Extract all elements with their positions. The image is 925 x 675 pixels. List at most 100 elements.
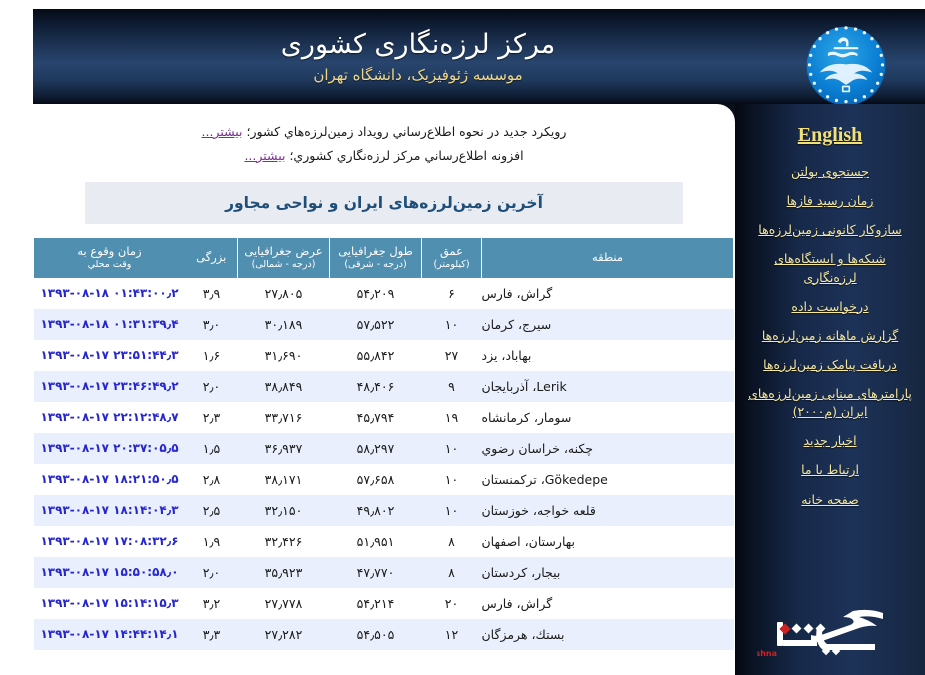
sidebar-item-basic-parameters[interactable]: پارامترهای مبنایی زمین‌لرزه‌های ایران (م… [743, 385, 917, 421]
gerishna-logo-icon[interactable]: Gerishna [757, 603, 903, 661]
cell-depth: ۱۹ [444, 409, 459, 425]
cell-depth: ۱۰ [421, 494, 482, 526]
sidebar-item-english[interactable]: English [743, 124, 917, 147]
col-header-latitude-unit: (درجه - شمالی) [251, 258, 316, 270]
sidebar-item-data-request[interactable]: درخواست داده [743, 298, 917, 316]
cell-magnitude: ۲٫۰ [185, 556, 238, 588]
table-head: منطقه عمق (کیلومتر) طول جغرافیایی (درجه … [33, 237, 734, 278]
cell-longitude: ۵۴٫۲۱۴ [356, 595, 395, 611]
earthquake-table: منطقه عمق (کیلومتر) طول جغرافیایی (درجه … [33, 237, 734, 650]
cell-latitude: ۳۰٫۱۸۹ [237, 308, 330, 340]
announcement-text-1: رویکرد جدید در نحوه اطلاع‌رساني رویداد ز… [246, 124, 567, 139]
cell-latitude: ۲۷٫۷۷۸ [264, 595, 303, 611]
cell-longitude: ۵۵٫۸۴۲ [356, 347, 395, 363]
cell-magnitude: ۱٫۶ [202, 347, 221, 363]
cell-depth: ۸ [421, 556, 482, 588]
sidebar-item-focal-mechanism[interactable]: سازوکار کانونی زمین‌لرزه‌ها [743, 221, 917, 239]
cell-magnitude: ۳٫۲ [202, 595, 221, 611]
cell-latitude: ۳۵٫۹۲۳ [237, 556, 330, 588]
table-row[interactable]: قلعه خواجه، خوزستان ۱۰ ۴۹٫۸۰۲ ۳۲٫۱۵۰ ۲٫۵ ۱۳۹۳… [33, 494, 734, 526]
announcement-text-2: افزونه اطلاع‌رساني مرکز لرزه‌نگاري کشوري… [289, 147, 524, 163]
earthquake-table-container: منطقه عمق (کیلومتر) طول جغرافیایی (درجه … [33, 237, 734, 650]
table-row[interactable]: سومار، کرمانشاه ۱۹ ۴۵٫۷۹۴ ۳۳٫۷۱۶ ۲٫۳ ۱۳۹۳-۰۸-… [34, 402, 734, 433]
cell-magnitude: ۲٫۵ [185, 494, 238, 526]
cell-longitude: ۴۷٫۷۷۰ [329, 556, 422, 588]
sidebar-item-home[interactable]: صفحه خانه [743, 491, 917, 509]
announcement-more-link-2[interactable]: بیشتر... [244, 148, 285, 163]
page-subtitle: موسسه ژئوفیزیک، دانشگاه تهران [313, 66, 523, 84]
col-header-datetime[interactable]: زمان وقوع به وقت محلي [33, 237, 186, 278]
section-title-bar: آخرین زمین‌لرزه‌های ایران و نواحی مجاور [85, 181, 683, 224]
table-row[interactable]: بهارستان، اصفهان ۸ ۵۱٫۹۵۱ ۳۲٫۴۲۶ ۱٫۹ ۱۳۹۳-۰۸-… [34, 526, 734, 557]
cell-datetime: ۱۳۹۳-۰۸-۱۷ ۱۵:۱۴:۱۵٫۳ [40, 596, 179, 610]
table-row[interactable]: گراش، فارس ۶ ۵۴٫۲۰۹ ۲۷٫۸۰۵ ۳٫۹ ۱۳۹۳-۰۸-۱۸ ۰۱:… [34, 278, 734, 309]
sidebar-item-phase-arrival-times[interactable]: زمان رسید فازها [743, 192, 917, 210]
cell-longitude: ۵۸٫۲۹۷ [329, 432, 422, 464]
col-header-region[interactable]: منطقه [481, 237, 734, 278]
cell-datetime: ۱۳۹۳-۰۸-۱۷ ۱۵:۵۰:۵۸٫۰ [33, 556, 186, 588]
cell-magnitude: ۳٫۰ [185, 308, 238, 340]
sidebar-item-monthly-report[interactable]: گزارش ماهانه زمین‌لرزه‌ها [743, 327, 917, 345]
col-header-datetime-sub: وقت محلي [87, 258, 132, 270]
cell-latitude: ۳۶٫۹۳۷ [237, 432, 330, 464]
cell-longitude: ۵۷٫۵۲۲ [329, 308, 422, 340]
table-row[interactable]: بیجار، کردستان ۸ ۴۷٫۷۷۰ ۳۵٫۹۲۳ ۲٫۰ ۱۳۹۳-۰۸-۱۷… [33, 556, 734, 588]
cell-longitude: ۵۱٫۹۵۱ [356, 533, 395, 549]
cell-latitude: ۳۳٫۷۱۶ [264, 409, 303, 425]
cell-region: سومار، کرمانشاه [481, 409, 572, 425]
cell-magnitude: ۲٫۰ [185, 370, 238, 402]
table-row[interactable]: سیرج، کرمان ۱۰ ۵۷٫۵۲۲ ۳۰٫۱۸۹ ۳٫۰ ۱۳۹۳-۰۸-۱۸ ۰… [33, 308, 734, 340]
cell-longitude: ۵۷٫۶۵۸ [356, 471, 395, 487]
sidebar: English جستجوی بولتن زمان رسید فازها ساز… [735, 104, 925, 675]
cell-longitude: ۴۵٫۷۹۴ [356, 409, 395, 425]
cell-region: بهاباد، یزد [481, 347, 532, 363]
cell-magnitude: ۱٫۵ [185, 432, 238, 464]
cell-region: بهارستان، اصفهان [481, 533, 576, 549]
announcement-line-1: رویکرد جدید در نحوه اطلاع‌رساني رویداد ز… [49, 120, 719, 144]
main-content: رویکرد جدید در نحوه اطلاع‌رساني رویداد ز… [33, 104, 735, 675]
cell-latitude: ۳۲٫۴۲۶ [264, 533, 303, 549]
site-header: مرکز لرزه‌نگاری کشوری موسسه ژئوفیزیک، دا… [33, 9, 925, 104]
cell-depth: ۱۰ [444, 471, 459, 487]
sidebar-nav: English جستجوی بولتن زمان رسید فازها ساز… [743, 116, 917, 509]
table-row[interactable]: چکنه، خراسان رضوي ۱۰ ۵۸٫۲۹۷ ۳۶٫۹۳۷ ۱٫۵ ۱۳۹۳-۰… [33, 432, 734, 464]
col-header-depth[interactable]: عمق (کیلومتر) [421, 237, 482, 278]
col-header-depth-unit: (کیلومتر) [433, 258, 470, 270]
page-title: مرکز لرزه‌نگاری کشوری [280, 29, 556, 61]
page-root: مرکز لرزه‌نگاری کشوری موسسه ژئوفیزیک، دا… [0, 0, 925, 675]
table-row[interactable]: بستك، هرمزگان ۱۲ ۵۴٫۵۰۵ ۲۷٫۲۸۲ ۳٫۳ ۱۳۹۳-۰۸-۱۷… [33, 618, 734, 650]
table-row[interactable]: Gökedepe، ترکمنستان ۱۰ ۵۷٫۶۵۸ ۳۸٫۱۷۱ ۲٫۸ ۱۳۹۳… [34, 464, 734, 495]
cell-magnitude: ۲٫۳ [202, 409, 221, 425]
table-body: گراش، فارس ۶ ۵۴٫۲۰۹ ۲۷٫۸۰۵ ۳٫۹ ۱۳۹۳-۰۸-۱۸ ۰۱:… [33, 278, 734, 650]
table-row[interactable]: گراش، فارس ۲۰ ۵۴٫۲۱۴ ۲۷٫۷۷۸ ۳٫۲ ۱۳۹۳-۰۸-۱۷ ۱۵… [34, 588, 734, 619]
cell-datetime: ۱۳۹۳-۰۸-۱۷ ۱۸:۲۱:۵۰٫۵ [40, 472, 179, 486]
col-header-longitude[interactable]: طول جغرافیایی (درجه - شرقی) [329, 237, 422, 278]
sidebar-item-networks-and-stations[interactable]: شبکه‌ها و ایستگاه‌های لرزه‌نگاری [743, 250, 917, 286]
announcement-more-link-1[interactable]: بیشتر... [202, 124, 243, 139]
col-header-longitude-label: طول جغرافیایی [338, 244, 413, 259]
cell-depth: ۶ [448, 285, 455, 301]
cell-datetime: ۱۳۹۳-۰۸-۱۷ ۱۴:۴۴:۱۴٫۱ [33, 618, 186, 650]
col-header-latitude[interactable]: عرض جغرافیایی (درجه - شمالی) [237, 237, 330, 278]
table-row[interactable]: Lerik، آذربایجان ۹ ۴۸٫۴۰۶ ۳۸٫۸۴۹ ۲٫۰ ۱۳۹۳-۰۸-… [33, 370, 734, 402]
col-header-datetime-label: زمان وقوع به [77, 244, 142, 259]
table-header-row: منطقه عمق (کیلومتر) طول جغرافیایی (درجه … [33, 237, 734, 278]
cell-region: چکنه، خراسان رضوي [481, 432, 734, 464]
cell-magnitude: ۱٫۹ [202, 533, 221, 549]
sidebar-item-news[interactable]: اخبار جدید [743, 432, 917, 450]
col-header-depth-label: عمق [439, 244, 464, 259]
cell-longitude: ۴۸٫۴۰۶ [329, 370, 422, 402]
sidebar-item-bulletin-search[interactable]: جستجوی بولتن [743, 163, 917, 181]
sidebar-item-sms-subscription[interactable]: دریافت پیامک زمین‌لرزه‌ها [743, 356, 917, 374]
table-row[interactable]: بهاباد، یزد ۲۷ ۵۵٫۸۴۲ ۳۱٫۶۹۰ ۱٫۶ ۱۳۹۳-۰۸-۱۷ ۲… [34, 340, 734, 371]
col-header-magnitude[interactable]: بزرگی [185, 237, 238, 278]
section-title: آخرین زمین‌لرزه‌های ایران و نواحی مجاور [225, 193, 543, 212]
announcement-line-2: افزونه اطلاع‌رساني مرکز لرزه‌نگاري کشوري… [49, 144, 719, 168]
cell-region: بستك، هرمزگان [481, 618, 734, 650]
cell-region: Lerik، آذربایجان [481, 370, 734, 402]
col-header-longitude-unit: (درجه - شرقی) [344, 258, 407, 270]
cell-magnitude: ۳٫۹ [202, 285, 221, 301]
cell-region: قلعه خواجه، خوزستان [481, 494, 734, 526]
sidebar-item-contact-us[interactable]: ارتباط با ما [743, 461, 917, 479]
cell-latitude: ۳۱٫۶۹۰ [264, 347, 303, 363]
